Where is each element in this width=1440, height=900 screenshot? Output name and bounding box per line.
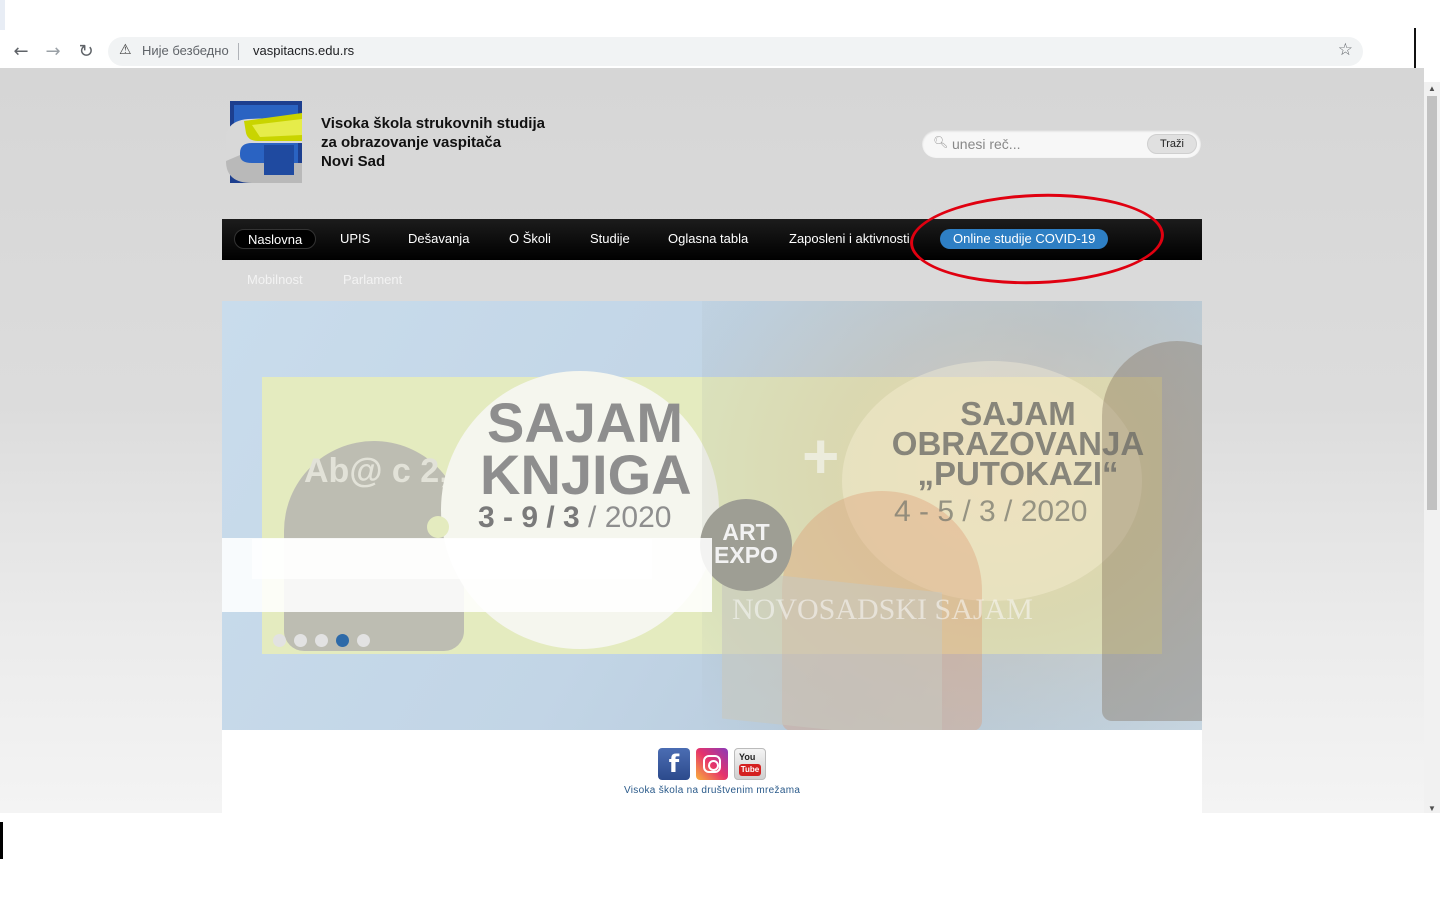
slider-dot[interactable] (315, 634, 328, 647)
banner-caption-inner (252, 539, 652, 579)
slider-dot[interactable] (273, 634, 286, 647)
nav-item-studije[interactable]: Studije (577, 229, 643, 249)
banner-plus: + (802, 420, 840, 492)
slider-dot[interactable] (294, 634, 307, 647)
instagram-icon[interactable] (696, 748, 728, 780)
nav-item-o-skoli[interactable]: O Školi (496, 229, 564, 249)
banner-knjiga-date: 3 - 9 / 3 / 2020 (478, 501, 671, 535)
youtube-you-text: You (739, 752, 756, 762)
banner-sajam-knjiga: SAJAM KNJIGA (480, 391, 692, 506)
window-edge-marker (0, 0, 5, 30)
banner-knjiga-date-year: / 2020 (579, 501, 672, 534)
nav-item-desavanja[interactable]: Dešavanja (395, 229, 482, 249)
arrow-left-icon: ← (13, 40, 29, 62)
instagram-glyph (703, 755, 721, 773)
banner-knjiga-date-days: 3 - 9 / 3 (478, 501, 580, 534)
nav-item-parlament[interactable]: Parlament (343, 272, 402, 287)
social-caption[interactable]: Visoka škola na društvenim mrežama (624, 785, 800, 796)
search-box: 🔍︎ Traži (922, 130, 1201, 158)
scrollbar-thumb[interactable] (1427, 96, 1437, 510)
facebook-icon[interactable]: f (658, 748, 690, 780)
banner-novosadski-sajam: NOVOSADSKI SAJAM (732, 593, 1033, 626)
browser-toolbar: ← → ↻ ⚠ Није безбедно vaspitacns.edu.rs … (0, 34, 1363, 68)
warning-icon[interactable]: ⚠ (119, 42, 132, 58)
youtube-tube-text: Tube (739, 764, 761, 776)
youtube-icon[interactable]: You Tube (734, 748, 766, 780)
arrow-right-icon: → (45, 40, 61, 62)
nav-item-naslovna[interactable]: Naslovna (234, 229, 317, 249)
url-text[interactable]: vaspitacns.edu.rs (253, 43, 354, 58)
address-bar[interactable]: ⚠ Није безбедно vaspitacns.edu.rs ☆ (108, 37, 1363, 66)
address-separator (238, 43, 239, 60)
security-status[interactable]: Није безбедно (142, 43, 229, 58)
school-name-line: Novi Sad (321, 153, 386, 170)
slider-dot-active[interactable] (336, 634, 349, 647)
red-annotation-ellipse (908, 189, 1166, 289)
nav-item-oglasna-tabla[interactable]: Oglasna tabla (655, 229, 761, 249)
search-icon: 🔍︎ (933, 135, 949, 149)
page-scrollbar[interactable]: ▲ ▼ (1424, 82, 1440, 813)
forward-button[interactable]: → (41, 39, 65, 63)
search-button[interactable]: Traži (1146, 134, 1197, 154)
star-icon[interactable]: ☆ (1338, 40, 1353, 60)
school-name-line: za obrazovanje vaspitača (321, 134, 502, 151)
search-input[interactable] (952, 134, 1142, 154)
school-logo[interactable] (222, 99, 308, 185)
banner-ab-text: Ab@ c 2„ (304, 452, 457, 490)
banner-obrazovanja-date: 4 - 5 / 3 / 2020 (894, 495, 1088, 528)
reload-button[interactable]: ↻ (74, 39, 98, 63)
reload-icon: ↻ (78, 40, 94, 62)
text-cursor (0, 822, 3, 859)
page-viewport: Visoka škola strukovnih studija za obraz… (0, 68, 1424, 813)
slider-pagination (273, 634, 378, 652)
back-button[interactable]: ← (9, 39, 33, 63)
content-area: f You Tube Visoka škola na društvenim mr… (222, 730, 1202, 813)
slider-dot[interactable] (357, 634, 370, 647)
scroll-down-icon[interactable]: ▼ (1428, 804, 1436, 813)
banner-art-expo: ART EXPO (700, 499, 792, 591)
school-name[interactable]: Visoka škola strukovnih studija za obraz… (321, 114, 545, 171)
scroll-up-icon[interactable]: ▲ (1428, 84, 1436, 93)
banner-slider[interactable]: Ab@ c 2„ SAJAM KNJIGA 3 - 9 / 3 / 2020 A… (222, 301, 1202, 730)
nav-item-upis[interactable]: UPIS (327, 229, 383, 249)
nav-item-mobilnost[interactable]: Mobilnost (247, 272, 303, 287)
nav-item-zaposleni[interactable]: Zaposleni i aktivnosti (776, 229, 928, 249)
banner-sajam-obrazovanja: SAJAM OBRAZOVANJA „PUTOKAZI“ (891, 395, 1145, 492)
school-name-line: Visoka škola strukovnih studija (321, 115, 545, 132)
banner-teacher-figure (1102, 341, 1202, 721)
window-top-strip (0, 0, 1440, 34)
banner-dot (427, 516, 449, 538)
